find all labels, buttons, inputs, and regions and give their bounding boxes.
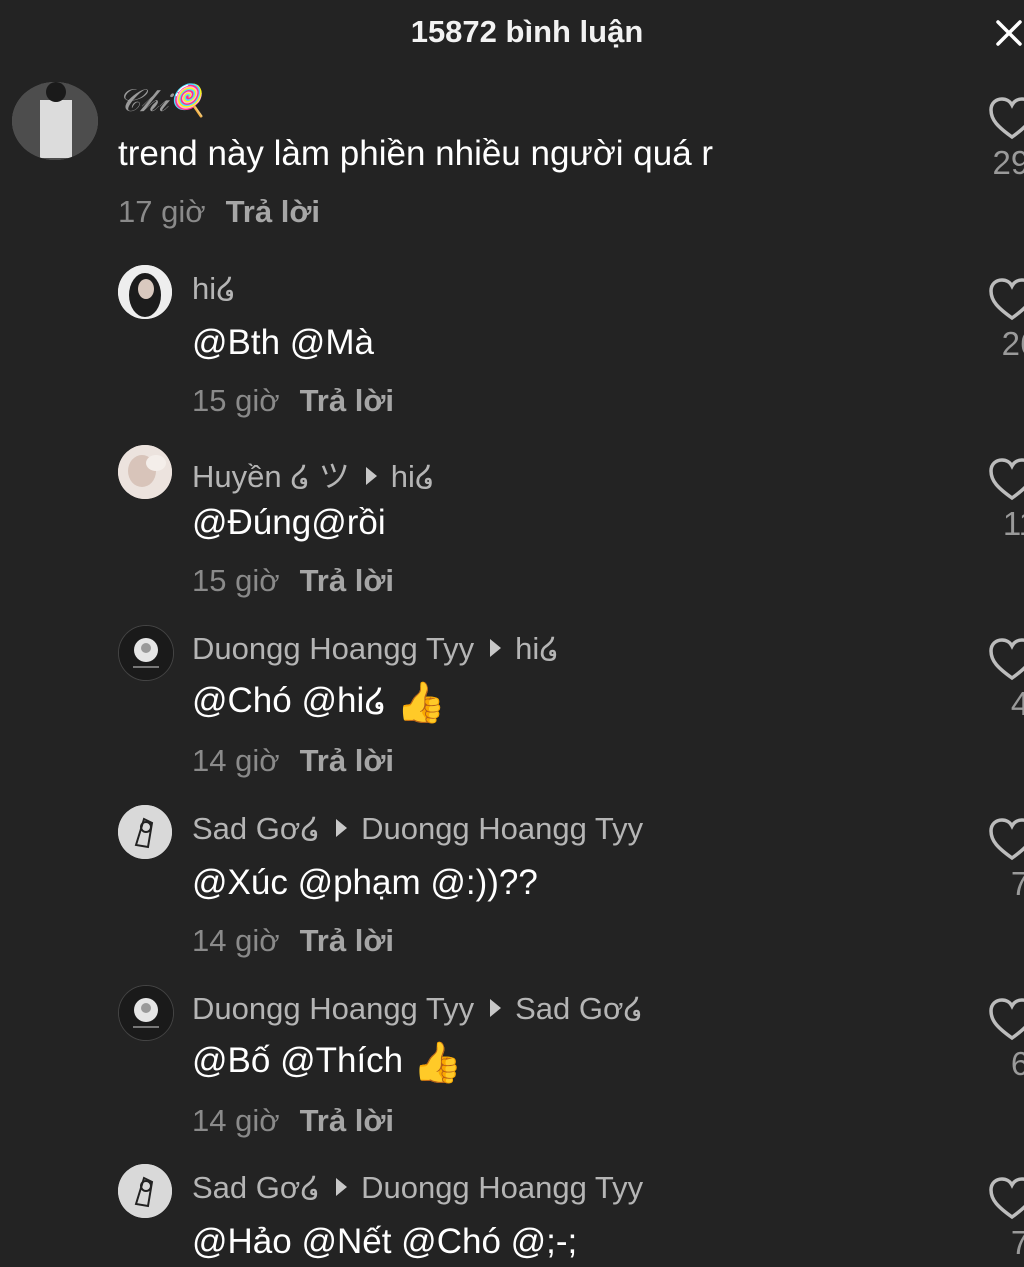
avatar[interactable] bbox=[118, 625, 174, 681]
like-count: 299 bbox=[992, 144, 1024, 181]
reply-target[interactable]: Duongg Hoangg Tyy bbox=[361, 1170, 643, 1205]
comment-item: 𝒞𝒽𝒾🍭 trend này làm phiền nhiều người quá… bbox=[0, 82, 1024, 252]
comment-meta: 15 giờ Trả lời bbox=[192, 563, 394, 599]
avatar[interactable] bbox=[12, 82, 98, 160]
reply-arrow-icon bbox=[336, 1177, 348, 1196]
reply-target[interactable]: hi໒ bbox=[391, 459, 435, 494]
comment-time: 15 giờ bbox=[192, 563, 280, 598]
like-button[interactable]: 299 bbox=[988, 96, 1024, 181]
heart-icon[interactable] bbox=[988, 96, 1024, 140]
like-count: 11 bbox=[1002, 505, 1024, 542]
heart-icon[interactable] bbox=[988, 1176, 1024, 1220]
reply-item: hi໒ @Bth @Mà 15 giờ Trả lời 26 bbox=[0, 265, 1024, 435]
like-count: 26 bbox=[1001, 325, 1024, 362]
comment-username[interactable]: Huyền ໒ ツ hi໒ bbox=[192, 451, 435, 496]
reply-button[interactable]: Trả lời bbox=[300, 383, 394, 418]
thumbs-up-icon: 👍 bbox=[396, 681, 447, 725]
reply-item: Duongg Hoangg Tyy hi໒ @Chó @hi໒ 👍 14 giờ T… bbox=[0, 625, 1024, 795]
reply-item: Sad Gơ໒ Duongg Hoangg Tyy @Xúc @phạm @:))… bbox=[0, 805, 1024, 975]
like-button[interactable]: 26 bbox=[988, 277, 1024, 362]
comment-time: 14 giờ bbox=[192, 743, 280, 778]
close-icon[interactable] bbox=[994, 18, 1024, 48]
reply-item: Duongg Hoangg Tyy Sad Gơ໒ @Bố @Thích 👍 14… bbox=[0, 985, 1024, 1155]
like-button[interactable]: 11 bbox=[988, 457, 1024, 542]
reply-author[interactable]: Huyền ໒ ツ bbox=[192, 459, 350, 494]
reply-arrow-icon bbox=[490, 998, 502, 1017]
reply-button[interactable]: Trả lời bbox=[300, 923, 394, 958]
like-button[interactable]: 6 bbox=[988, 997, 1024, 1082]
comment-time: 14 giờ bbox=[192, 923, 280, 958]
like-button[interactable]: 7 bbox=[988, 1176, 1024, 1261]
heart-icon[interactable] bbox=[988, 277, 1024, 321]
reply-target[interactable]: Duongg Hoangg Tyy bbox=[361, 811, 643, 846]
reply-target[interactable]: Sad Gơ໒ bbox=[515, 991, 643, 1026]
reply-button[interactable]: Trả lời bbox=[300, 1103, 394, 1138]
reply-arrow-icon bbox=[336, 818, 348, 837]
reply-author[interactable]: Duongg Hoangg Tyy bbox=[192, 631, 474, 666]
like-count: 4 bbox=[1010, 685, 1024, 722]
reply-arrow-icon bbox=[490, 638, 502, 657]
avatar[interactable] bbox=[118, 445, 172, 499]
comment-username[interactable]: hi໒ bbox=[192, 271, 236, 307]
reply-author[interactable]: Duongg Hoangg Tyy bbox=[192, 991, 474, 1026]
comment-meta: 14 giờ Trả lời bbox=[192, 1103, 394, 1139]
comment-text-content: @Chó @hi໒ bbox=[192, 680, 387, 720]
like-count: 6 bbox=[1010, 1045, 1024, 1082]
reply-author[interactable]: Sad Gơ໒ bbox=[192, 811, 320, 846]
comment-meta: 15 giờ Trả lời bbox=[192, 383, 394, 419]
heart-icon[interactable] bbox=[988, 457, 1024, 501]
reply-button[interactable]: Trả lời bbox=[226, 194, 320, 229]
avatar[interactable] bbox=[118, 265, 172, 319]
reply-target[interactable]: hi໒ bbox=[515, 631, 559, 666]
reply-arrow-icon bbox=[365, 466, 377, 485]
avatar[interactable] bbox=[118, 1164, 172, 1218]
like-button[interactable]: 4 bbox=[988, 637, 1024, 722]
comment-meta: 14 giờ Trả lời bbox=[192, 743, 394, 779]
reply-item: Sad Gơ໒ Duongg Hoangg Tyy @Hảo @Nết @Chó … bbox=[0, 1164, 1024, 1267]
comment-count-title: 15872 bình luận bbox=[410, 14, 644, 49]
comment-username[interactable]: Sad Gơ໒ Duongg Hoangg Tyy bbox=[192, 811, 643, 847]
like-count: 7 bbox=[1010, 1224, 1024, 1261]
comment-text: @Bố @Thích 👍 bbox=[192, 1039, 463, 1086]
comment-username[interactable]: Sad Gơ໒ Duongg Hoangg Tyy bbox=[192, 1170, 643, 1206]
reply-item: Huyền ໒ ツ hi໒ @Đúng@rồi 15 giờ Trả lời 11 bbox=[0, 445, 1024, 615]
thumbs-up-icon: 👍 bbox=[412, 1041, 463, 1085]
like-button[interactable]: 7 bbox=[988, 817, 1024, 902]
comment-time: 15 giờ bbox=[192, 383, 280, 418]
comment-text: @Hảo @Nết @Chó @;-; bbox=[192, 1222, 578, 1261]
comment-text: @Xúc @phạm @:))?? bbox=[192, 863, 538, 902]
comment-text: trend này làm phiền nhiều người quá r bbox=[118, 134, 714, 173]
comment-text: @Đúng@rồi bbox=[192, 503, 386, 542]
comment-username[interactable]: Duongg Hoangg Tyy Sad Gơ໒ bbox=[192, 991, 643, 1027]
comment-time: 17 giờ bbox=[118, 194, 206, 229]
avatar[interactable] bbox=[118, 985, 174, 1041]
comment-meta: 17 giờ Trả lời bbox=[118, 194, 320, 230]
comment-text: @Chó @hi໒ 👍 bbox=[192, 679, 446, 726]
comment-username[interactable]: 𝒞𝒽𝒾🍭 bbox=[118, 82, 207, 120]
comment-text: @Bth @Mà bbox=[192, 323, 374, 362]
reply-button[interactable]: Trả lời bbox=[300, 563, 394, 598]
comment-time: 14 giờ bbox=[192, 1103, 280, 1138]
like-count: 7 bbox=[1010, 865, 1024, 902]
avatar[interactable] bbox=[118, 805, 172, 859]
heart-icon[interactable] bbox=[988, 997, 1024, 1041]
reply-button[interactable]: Trả lời bbox=[300, 743, 394, 778]
comments-header: 15872 bình luận bbox=[0, 0, 1024, 70]
comment-meta: 14 giờ Trả lời bbox=[192, 923, 394, 959]
heart-icon[interactable] bbox=[988, 637, 1024, 681]
comment-username[interactable]: Duongg Hoangg Tyy hi໒ bbox=[192, 631, 559, 667]
heart-icon[interactable] bbox=[988, 817, 1024, 861]
comment-text-content: @Bố @Thích bbox=[192, 1040, 404, 1080]
reply-author[interactable]: Sad Gơ໒ bbox=[192, 1170, 320, 1205]
